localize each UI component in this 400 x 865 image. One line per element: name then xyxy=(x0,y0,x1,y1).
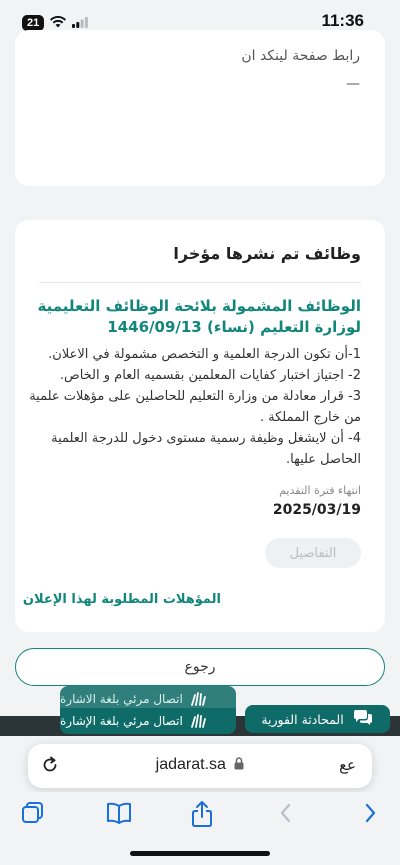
browser-url-bar[interactable]: jadarat.sa عع xyxy=(28,744,372,788)
lock-icon xyxy=(234,757,244,775)
url-text: jadarat.sa xyxy=(155,756,226,773)
job-requirements: 1-أن تكون الدرجة العلمية و التخصص مشمولة… xyxy=(27,344,361,470)
requirement-item: 1-أن تكون الدرجة العلمية و التخصص مشمولة… xyxy=(48,347,361,362)
back-button[interactable]: رجوع xyxy=(15,648,385,686)
details-button[interactable]: التفاصيل xyxy=(265,538,361,568)
requirement-item: 4- أن لايشغل وظيفة رسمية مستوى دخول للدر… xyxy=(51,431,361,467)
sign-hand-icon xyxy=(189,713,209,729)
requirement-item: 2- اجتياز اختبار كفايات المعلمين بقسميه … xyxy=(59,368,361,383)
sign-language-call-button[interactable]: اتصال مرئي بلغة الإشارة xyxy=(60,708,236,734)
battery-indicator: 21 xyxy=(22,14,45,31)
section-title: وظائف تم نشرها مؤخرا xyxy=(173,244,361,263)
qualifications-link[interactable]: المؤهلات المطلوبة لهذا الإعلان xyxy=(23,592,221,607)
deadline-label: انتهاء فترة التقديم xyxy=(279,484,361,497)
back-arrow-icon[interactable] xyxy=(278,800,294,830)
job-title[interactable]: الوظائف المشمولة بلائحة الوظائف التعليمي… xyxy=(33,296,362,338)
live-chat-button[interactable]: المحادثة الفورية xyxy=(245,705,390,733)
linkedin-value: — xyxy=(346,76,360,92)
home-indicator xyxy=(130,851,270,856)
divider xyxy=(39,282,361,283)
deadline-value: 2025/03/19 xyxy=(272,502,361,518)
share-icon[interactable] xyxy=(190,800,214,832)
profile-links-card: رابط صفحة لينكد ان — xyxy=(15,30,385,186)
recent-jobs-card: وظائف تم نشرها مؤخرا الوظائف المشمولة بل… xyxy=(15,220,385,632)
url-display[interactable]: jadarat.sa xyxy=(28,756,372,775)
status-time: 11:36 xyxy=(321,11,364,30)
sign-hand-icon xyxy=(189,691,209,707)
chat-bubble-icon xyxy=(352,709,374,730)
sign-language-label: اتصال مرئي بلغة الإشارة xyxy=(60,714,183,728)
bookmarks-icon[interactable] xyxy=(105,800,133,830)
text-size-button[interactable]: عع xyxy=(339,756,356,774)
live-chat-label: المحادثة الفورية xyxy=(261,711,344,727)
linkedin-label: رابط صفحة لينكد ان xyxy=(241,48,360,64)
requirement-item: 3- قرار معادلة من وزارة التعليم للحاصلين… xyxy=(29,389,361,425)
sign-language-label: اتصال مرئي بلغة الاشارة xyxy=(60,692,183,706)
forward-arrow-icon[interactable] xyxy=(362,800,378,830)
tabs-icon[interactable] xyxy=(20,800,46,830)
